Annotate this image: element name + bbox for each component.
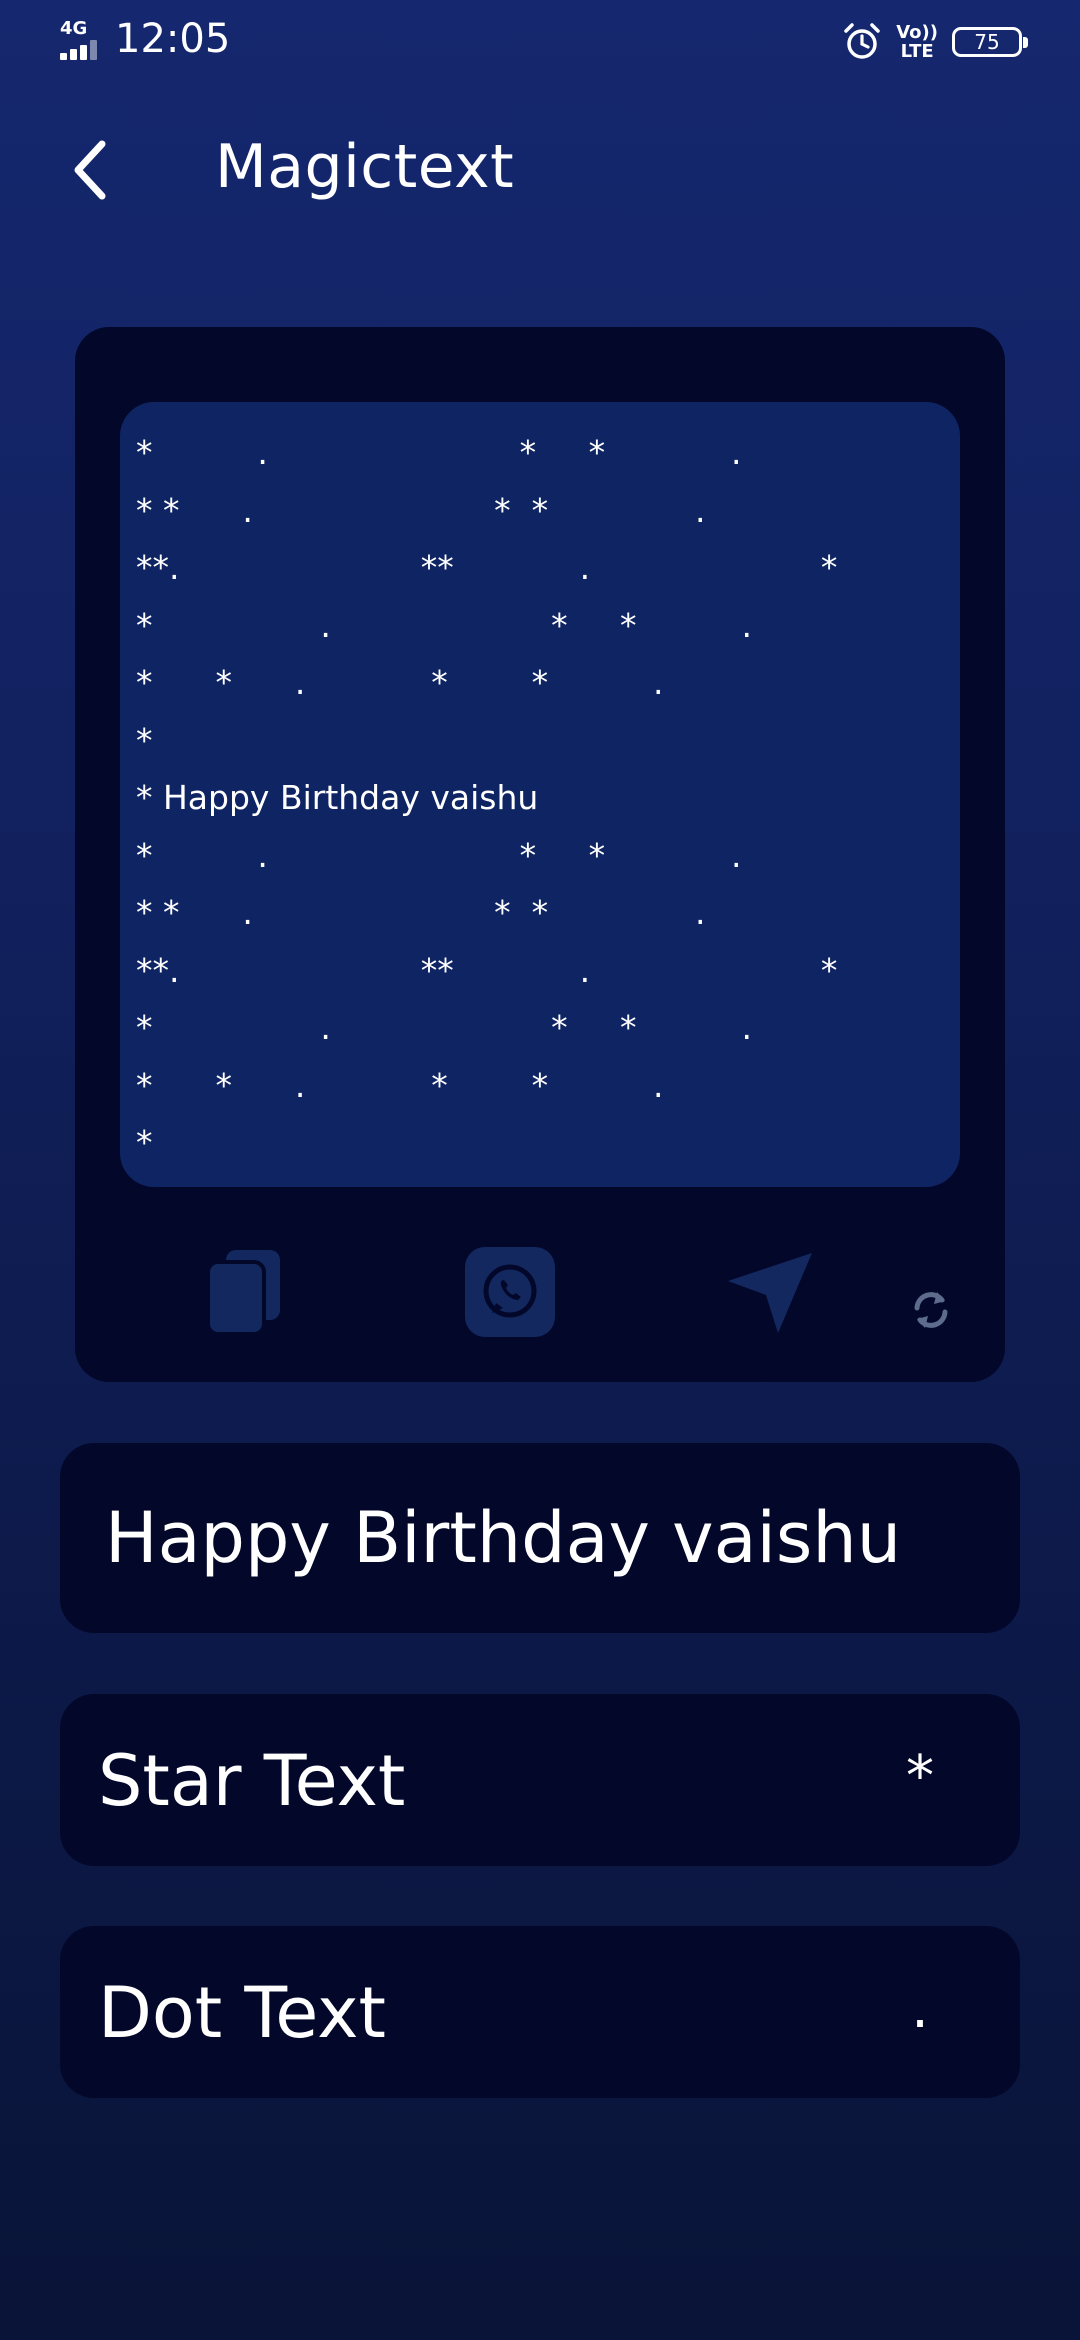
app-header: Magictext <box>0 110 1080 230</box>
status-time: 12:05 <box>115 16 231 62</box>
preview-card: * . * * . * * . * * . **. ** . * * . * *… <box>75 327 1005 1382</box>
copy-icon <box>206 1250 280 1336</box>
share-button[interactable] <box>723 1247 818 1337</box>
star-text-field: Star Text <box>60 1694 1020 1866</box>
preview-text-box: * . * * . * * . * * . **. ** . * * . * *… <box>120 402 960 1187</box>
network-type: 4G <box>60 18 88 39</box>
action-row <box>75 1247 1005 1357</box>
generated-text: * . * * . * * . * * . **. ** . * * . * *… <box>136 433 838 1162</box>
chevron-left-icon <box>74 140 106 200</box>
send-icon <box>727 1253 812 1333</box>
copy-button[interactable] <box>205 1247 285 1337</box>
whatsapp-icon <box>465 1247 555 1337</box>
page-title: Magictext <box>215 132 515 202</box>
dot-text-field: Dot Text <box>60 1926 1020 2098</box>
battery-level: 75 <box>974 30 1000 54</box>
volte-indicator: Vo)) LTE <box>896 23 938 61</box>
message-input[interactable] <box>105 1488 965 1588</box>
dot-text-label: Dot Text <box>98 1972 386 2054</box>
signal-icon: 4G <box>58 18 106 60</box>
alarm-icon <box>842 22 882 62</box>
volte-top: Vo)) <box>896 22 938 43</box>
volte-bottom: LTE <box>900 41 934 62</box>
refresh-icon <box>914 1292 948 1328</box>
star-text-label: Star Text <box>98 1740 406 1822</box>
battery-icon: 75 <box>952 27 1028 57</box>
back-button[interactable] <box>50 130 130 210</box>
whatsapp-button[interactable] <box>465 1247 555 1337</box>
status-bar: 4G 12:05 Vo)) LTE 75 <box>0 0 1080 84</box>
refresh-button[interactable] <box>908 1287 954 1333</box>
message-field <box>60 1443 1020 1633</box>
star-symbol-input[interactable] <box>890 1734 950 1818</box>
dot-symbol-input[interactable] <box>890 1966 950 2050</box>
